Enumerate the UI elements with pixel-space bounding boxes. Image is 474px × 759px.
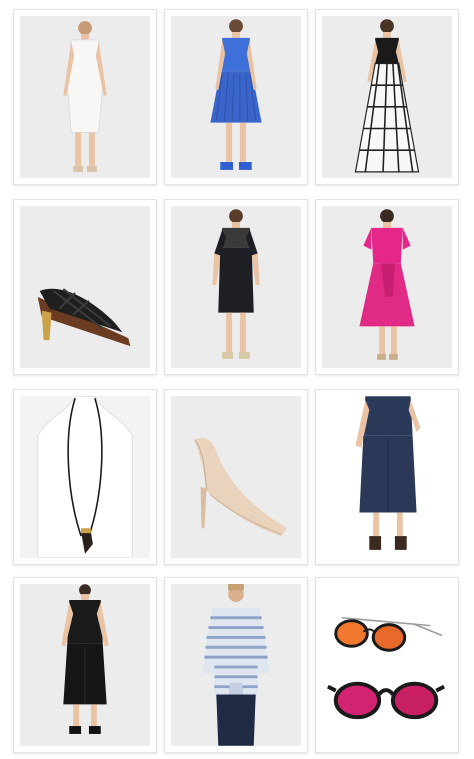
product-card-nude-pointed-pump[interactable] [164, 389, 308, 565]
product-card-black-woven-mule-sandal[interactable] [13, 199, 157, 375]
product-image-horn-pendant-necklace [20, 396, 150, 558]
product-image-black-lace-yoke-dress [171, 206, 301, 368]
product-card-black-lace-yoke-dress[interactable] [164, 199, 308, 375]
product-image-black-jumpsuit [20, 584, 150, 746]
product-image-striped-knot-shirt [171, 584, 301, 746]
product-card-black-jumpsuit[interactable] [13, 577, 157, 753]
pink-dress-illustration [359, 209, 415, 360]
product-grid [0, 0, 474, 759]
product-card-white-sheath-dress[interactable] [13, 9, 157, 185]
mule-sandal-illustration [37, 288, 131, 347]
product-image-blue-pleated-dress [171, 16, 301, 178]
product-image-black-woven-mule-sandal [20, 206, 150, 368]
black-dress-illustration [212, 209, 260, 359]
product-card-mirrored-sunglasses[interactable] [315, 577, 459, 753]
blue-dress-illustration [210, 19, 262, 170]
striped-shirt-illustration [202, 584, 270, 746]
white-dress-illustration [63, 21, 107, 172]
gingham-gown-illustration [354, 19, 420, 173]
black-jumpsuit-illustration [61, 584, 109, 734]
product-card-striped-knot-shirt[interactable] [164, 577, 308, 753]
sunglasses-illustration [327, 616, 446, 720]
product-image-nude-pointed-pump [171, 396, 301, 558]
pump-illustration [194, 438, 288, 537]
culotte-illustration [355, 396, 421, 550]
product-image-mirrored-sunglasses [322, 584, 452, 746]
product-card-pink-wrap-dress[interactable] [315, 199, 459, 375]
product-card-black-halter-gingham-gown[interactable] [315, 9, 459, 185]
product-image-pink-wrap-dress [322, 206, 452, 368]
necklace-illustration [37, 396, 133, 558]
product-card-navy-culotte-jumpsuit[interactable] [315, 389, 459, 565]
product-card-blue-pleated-dress[interactable] [164, 9, 308, 185]
product-image-white-sheath-dress [20, 16, 150, 178]
product-card-horn-pendant-necklace[interactable] [13, 389, 157, 565]
product-image-black-halter-gingham-gown [322, 16, 452, 178]
product-image-navy-culotte-jumpsuit [322, 396, 452, 558]
